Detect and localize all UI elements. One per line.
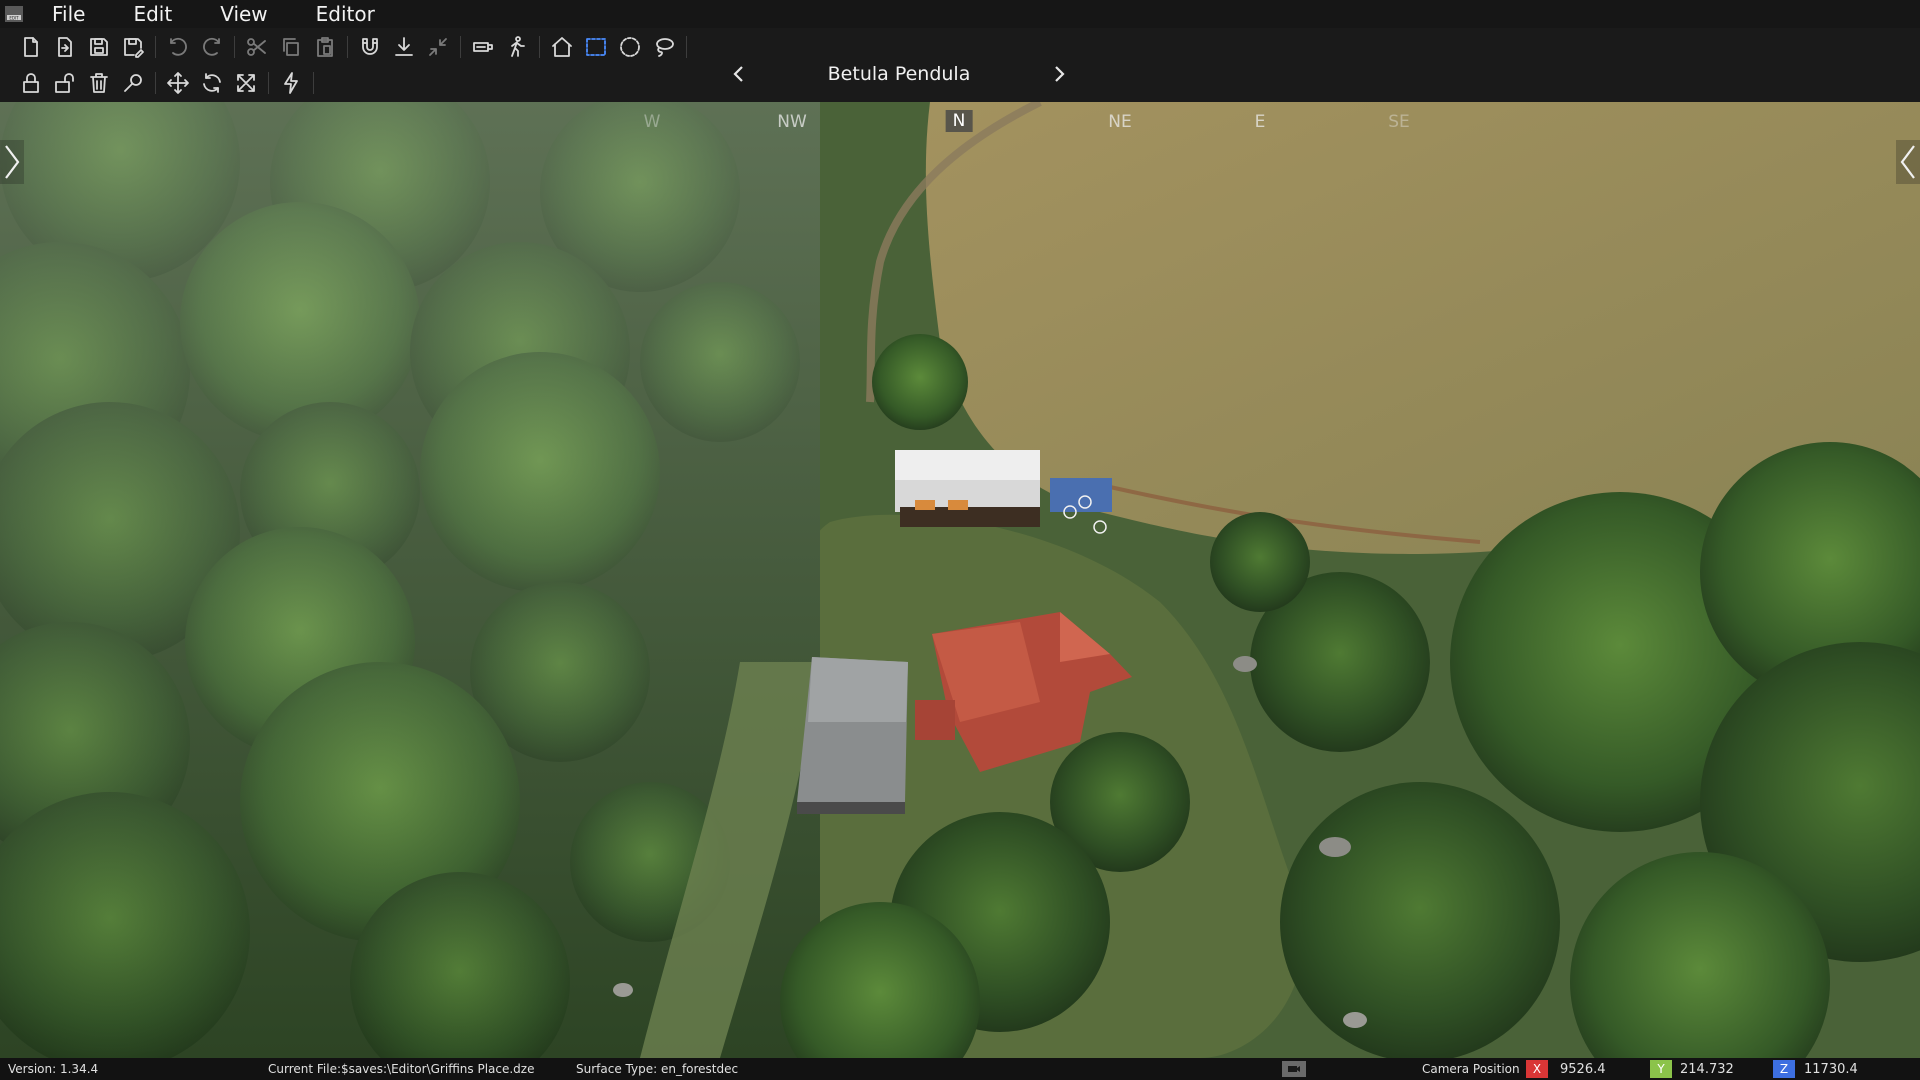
delete-icon[interactable] [82, 68, 116, 98]
new-file-icon[interactable] [14, 32, 48, 62]
toolbar-divider [268, 72, 269, 94]
rock [1319, 837, 1351, 857]
svg-text:EDIT: EDIT [9, 16, 19, 21]
z-position-value: 11730.4 [1804, 1062, 1858, 1077]
circle-select-icon[interactable] [613, 32, 647, 62]
open-file-icon[interactable] [48, 32, 82, 62]
lock-icon[interactable] [14, 68, 48, 98]
menu-bar: EDIT File Edit View Editor [0, 0, 1920, 28]
redo-icon[interactable] [195, 32, 229, 62]
lasso-select-icon[interactable] [647, 32, 681, 62]
chevron-left-icon [1900, 145, 1915, 179]
shed-grey-roof[interactable] [797, 657, 908, 814]
status-bar: Version: 1.34.4 Current File:$saves:\Edi… [0, 1058, 1920, 1080]
current-file-label: Current File:$saves:\Editor\Griffins Pla… [268, 1062, 535, 1076]
left-panel-toggle[interactable] [0, 140, 24, 184]
rock [1233, 656, 1257, 672]
3d-viewport[interactable]: W NW N NE E SE [0, 102, 1920, 1058]
toolbar-divider [539, 36, 540, 58]
chevron-right-icon [1055, 66, 1065, 82]
selected-object-name: Betula Pendula [827, 63, 971, 85]
toolbar-divider [155, 36, 156, 58]
toolbar-divider [686, 36, 687, 58]
walk-icon[interactable] [500, 32, 534, 62]
chevron-left-icon [733, 66, 743, 82]
version-label: Version: 1.34.4 [8, 1062, 99, 1076]
home-icon[interactable] [545, 32, 579, 62]
search-icon[interactable] [116, 68, 150, 98]
rock [1343, 1012, 1367, 1028]
undo-icon[interactable] [161, 32, 195, 62]
terrain-scene [0, 102, 1920, 1058]
camera-position-label: Camera Position [1422, 1062, 1520, 1076]
paste-icon[interactable] [308, 32, 342, 62]
z-axis-badge: Z [1773, 1060, 1795, 1078]
cut-icon[interactable] [240, 32, 274, 62]
editor-logo-icon: EDIT [0, 0, 28, 28]
next-object-button[interactable] [1044, 59, 1074, 89]
rectangle-select-icon[interactable] [579, 32, 613, 62]
toolbar-row-1 [14, 30, 692, 64]
rock [613, 983, 633, 997]
toolbar: Betula Pendula [0, 28, 1920, 103]
toolbar-divider [347, 36, 348, 58]
scale-icon[interactable] [229, 68, 263, 98]
camera-mode-icon[interactable] [1282, 1061, 1306, 1077]
toolbar-divider [460, 36, 461, 58]
y-axis-badge: Y [1650, 1060, 1672, 1078]
menu-editor[interactable]: Editor [292, 0, 399, 28]
move-icon[interactable] [161, 68, 195, 98]
rotate-icon[interactable] [195, 68, 229, 98]
chevron-right-icon [5, 145, 20, 179]
tree-canopy [872, 334, 968, 430]
toolbar-divider [313, 72, 314, 94]
menu-view[interactable]: View [196, 0, 291, 28]
surface-type-label: Surface Type: en_forestdec [576, 1062, 739, 1076]
save-as-icon[interactable] [116, 32, 150, 62]
save-icon[interactable] [82, 32, 116, 62]
right-panel-toggle[interactable] [1896, 140, 1920, 184]
toolbar-divider [155, 72, 156, 94]
collapse-icon[interactable] [421, 32, 455, 62]
menu-file[interactable]: File [28, 0, 109, 28]
y-position-value: 214.732 [1680, 1062, 1734, 1077]
magnet-snap-icon[interactable] [353, 32, 387, 62]
x-position-value: 9526.4 [1560, 1062, 1606, 1077]
copy-icon[interactable] [274, 32, 308, 62]
menu-edit[interactable]: Edit [109, 0, 196, 28]
object-navigator: Betula Pendula [724, 56, 1074, 92]
lightning-icon[interactable] [274, 68, 308, 98]
camera-icon[interactable] [466, 32, 500, 62]
previous-object-button[interactable] [724, 59, 754, 89]
ground-snap-icon[interactable] [387, 32, 421, 62]
toolbar-divider [234, 36, 235, 58]
x-axis-badge: X [1526, 1060, 1548, 1078]
unlock-icon[interactable] [48, 68, 82, 98]
toolbar-row-2 [14, 66, 319, 100]
